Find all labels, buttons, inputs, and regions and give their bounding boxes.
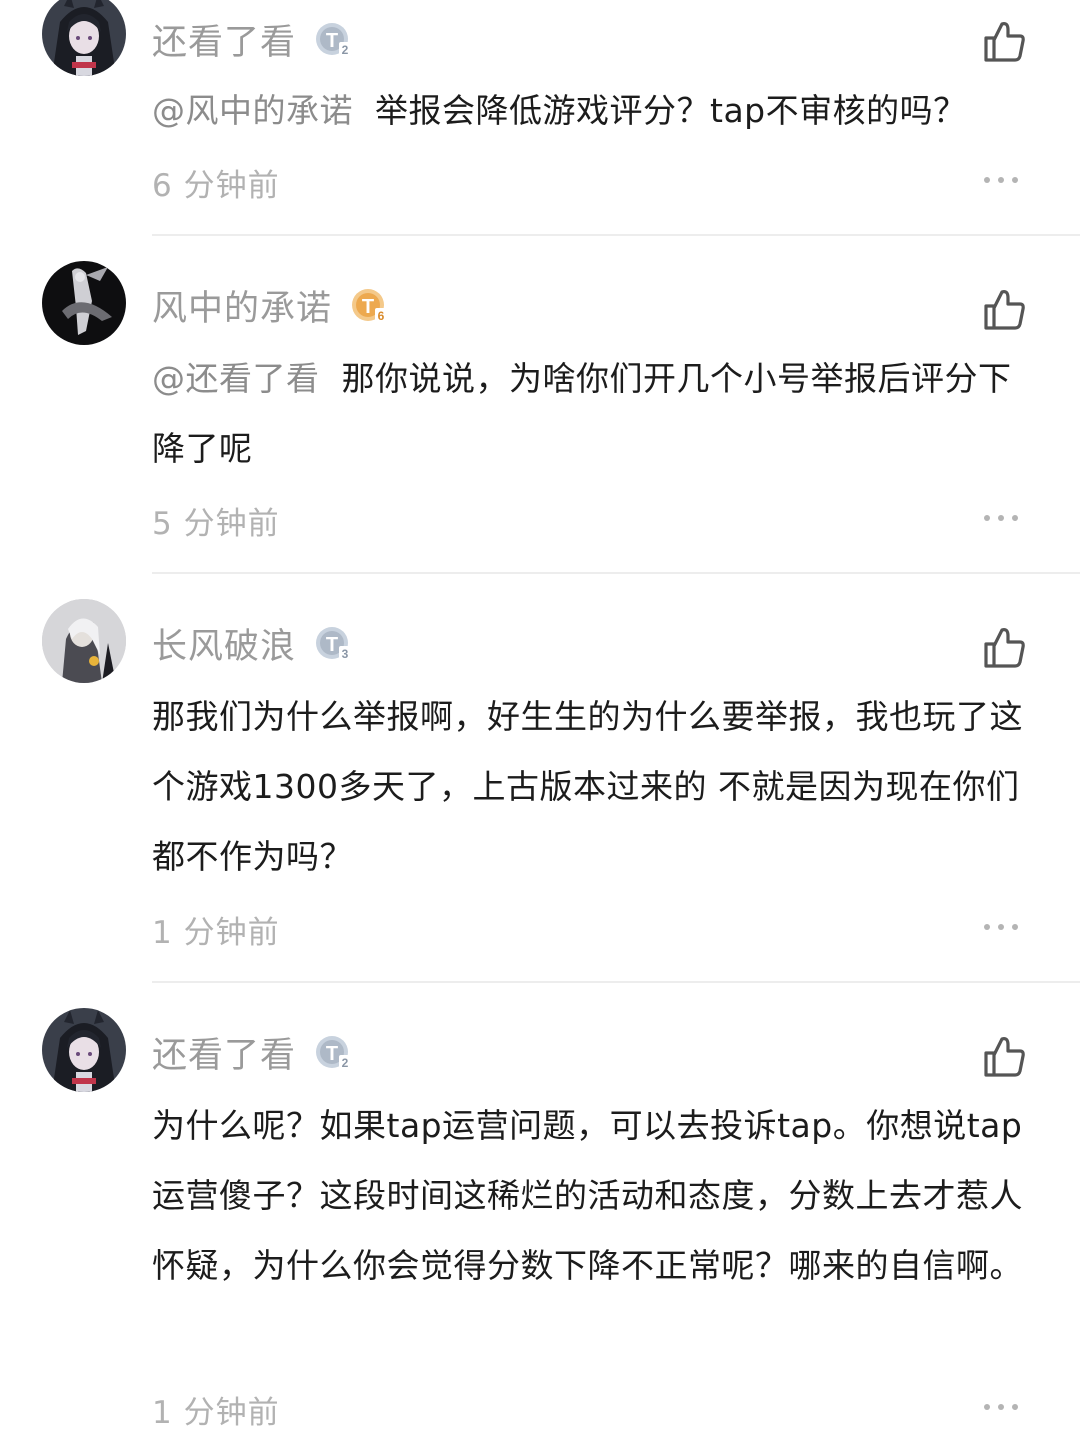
anime-girl-avatar-icon: [42, 0, 126, 76]
avatar[interactable]: [42, 599, 126, 683]
username[interactable]: 还看了看: [152, 1027, 296, 1078]
username[interactable]: 长风破浪: [152, 618, 296, 669]
username[interactable]: 还看了看: [152, 14, 296, 65]
name-row: 还看了看 T 2: [152, 14, 352, 64]
timestamp: 1 分钟前: [152, 915, 280, 951]
comment-text: @风中的承诺 举报会降低游戏评分？tap不审核的吗？: [152, 91, 967, 130]
svg-text:2: 2: [342, 43, 349, 57]
timestamp: 5 分钟前: [152, 506, 280, 542]
more-options-button[interactable]: [984, 1401, 1018, 1413]
svg-text:3: 3: [342, 647, 349, 661]
timestamp: 6 分钟前: [152, 168, 280, 204]
divider: [152, 234, 1080, 236]
name-row: 还看了看 T 2: [152, 1027, 352, 1077]
avatar[interactable]: [42, 1008, 126, 1092]
thumbs-up-icon: [984, 290, 1025, 330]
divider: [152, 981, 1080, 983]
mention-link[interactable]: @风中的承诺: [152, 91, 353, 130]
svg-text:T: T: [326, 1043, 338, 1065]
grey-character-avatar-icon: [42, 599, 126, 683]
svg-text:T: T: [362, 296, 374, 318]
like-button[interactable]: [980, 624, 1028, 672]
comment-text: 为什么呢？如果tap运营问题，可以去投诉tap。你想说tap运营傻子？这段时间这…: [152, 1106, 1023, 1285]
dark-figure-avatar-icon: [42, 261, 126, 345]
avatar[interactable]: [42, 0, 126, 76]
level-badge-icon: T 2: [314, 1033, 352, 1071]
svg-text:2: 2: [342, 1056, 349, 1070]
comment-text: @还看了看 那你说说，为啥你们开几个小号举报后评分下降了呢: [152, 359, 1012, 468]
level-badge-icon: T 2: [314, 20, 352, 58]
svg-text:6: 6: [378, 309, 385, 323]
more-dots-icon: [984, 1404, 990, 1410]
comment-text: 那我们为什么举报啊，好生生的为什么要举报，我也玩了这个游戏1300多天了，上古版…: [152, 697, 1023, 876]
name-row: 长风破浪 T 3: [152, 618, 352, 668]
divider: [152, 572, 1080, 574]
svg-text:T: T: [326, 30, 338, 52]
anime-girl-avatar-icon: [42, 1008, 126, 1092]
thumbs-up-icon: [984, 628, 1025, 668]
like-button[interactable]: [980, 18, 1028, 66]
more-options-button[interactable]: [984, 512, 1018, 524]
like-button[interactable]: [980, 1033, 1028, 1081]
more-options-button[interactable]: [984, 921, 1018, 933]
name-row: 风中的承诺 T 6: [152, 280, 388, 330]
avatar[interactable]: [42, 261, 126, 345]
level-badge-icon: T 3: [314, 624, 352, 662]
more-dots-icon: [984, 515, 990, 521]
like-button[interactable]: [980, 286, 1028, 334]
thumbs-up-icon: [984, 22, 1025, 62]
level-badge-icon: T 6: [350, 286, 388, 324]
more-options-button[interactable]: [984, 174, 1018, 186]
username[interactable]: 风中的承诺: [152, 280, 332, 331]
timestamp: 1 分钟前: [152, 1395, 280, 1431]
svg-text:T: T: [326, 634, 338, 656]
more-dots-icon: [984, 924, 990, 930]
thumbs-up-icon: [984, 1037, 1025, 1077]
mention-link[interactable]: @还看了看: [152, 359, 320, 398]
more-dots-icon: [984, 177, 990, 183]
